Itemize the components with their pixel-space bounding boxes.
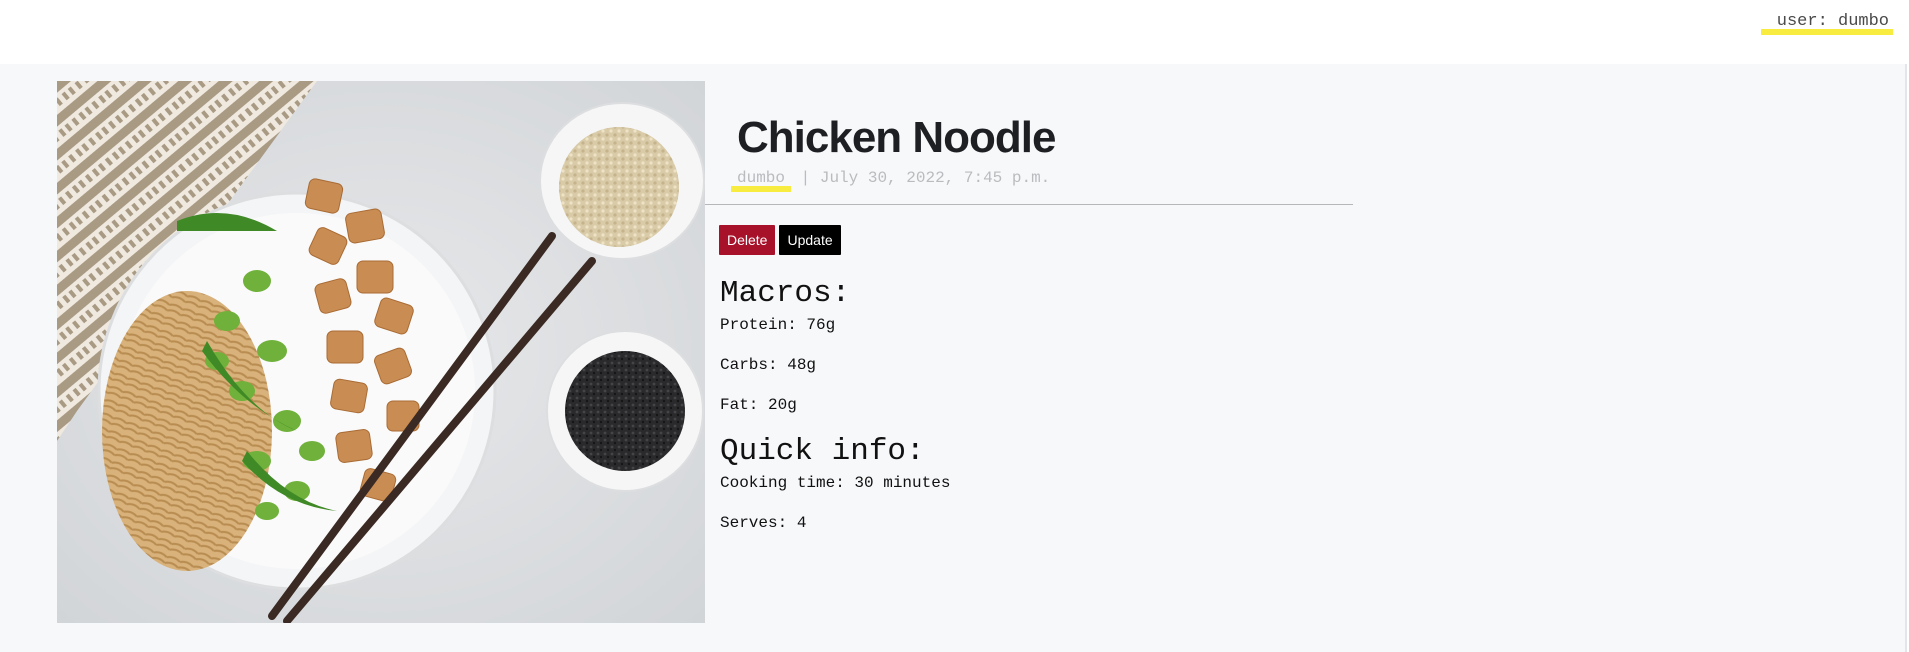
recipe-photo — [57, 81, 705, 623]
protein-value: Protein: 76g — [720, 316, 836, 335]
recipe-date: July 30, 2022, 7:45 p.m. — [819, 169, 1051, 188]
serves-value: Serves: 4 — [720, 514, 807, 533]
recipe-header: Chicken Noodle dumbo | July 30, 2022, 7:… — [705, 81, 1353, 205]
recipe-detail-page: Chicken Noodle dumbo | July 30, 2022, 7:… — [0, 64, 1907, 652]
fat-value: Fat: 20g — [720, 396, 797, 415]
author-link[interactable]: dumbo — [731, 169, 792, 193]
user-link[interactable]: user: dumbo — [1760, 12, 1893, 35]
update-button[interactable]: Update — [779, 225, 841, 255]
recipe-details: Chicken Noodle dumbo | July 30, 2022, 7:… — [705, 81, 1353, 543]
delete-button[interactable]: Delete — [719, 225, 776, 255]
cooking-time-value: Cooking time: 30 minutes — [720, 474, 951, 493]
carbs-value: Carbs: 48g — [720, 356, 817, 375]
quick-info-section: Quick info: Cooking time: 30 minutes Ser… — [705, 434, 1353, 543]
macros-section: Macros: Protein: 76g Carbs: 48g Fat: 20g — [705, 276, 1353, 425]
recipe-meta: dumbo | July 30, 2022, 7:45 p.m. — [731, 169, 1353, 193]
quick-info-heading: Quick info: — [720, 434, 925, 470]
recipe-actions: Delete Update — [705, 205, 1353, 255]
macros-heading: Macros: — [720, 276, 851, 311]
top-bar: user: dumbo — [0, 0, 1909, 64]
page-title: Chicken Noodle — [737, 113, 1057, 162]
meta-separator: | — [800, 169, 811, 188]
